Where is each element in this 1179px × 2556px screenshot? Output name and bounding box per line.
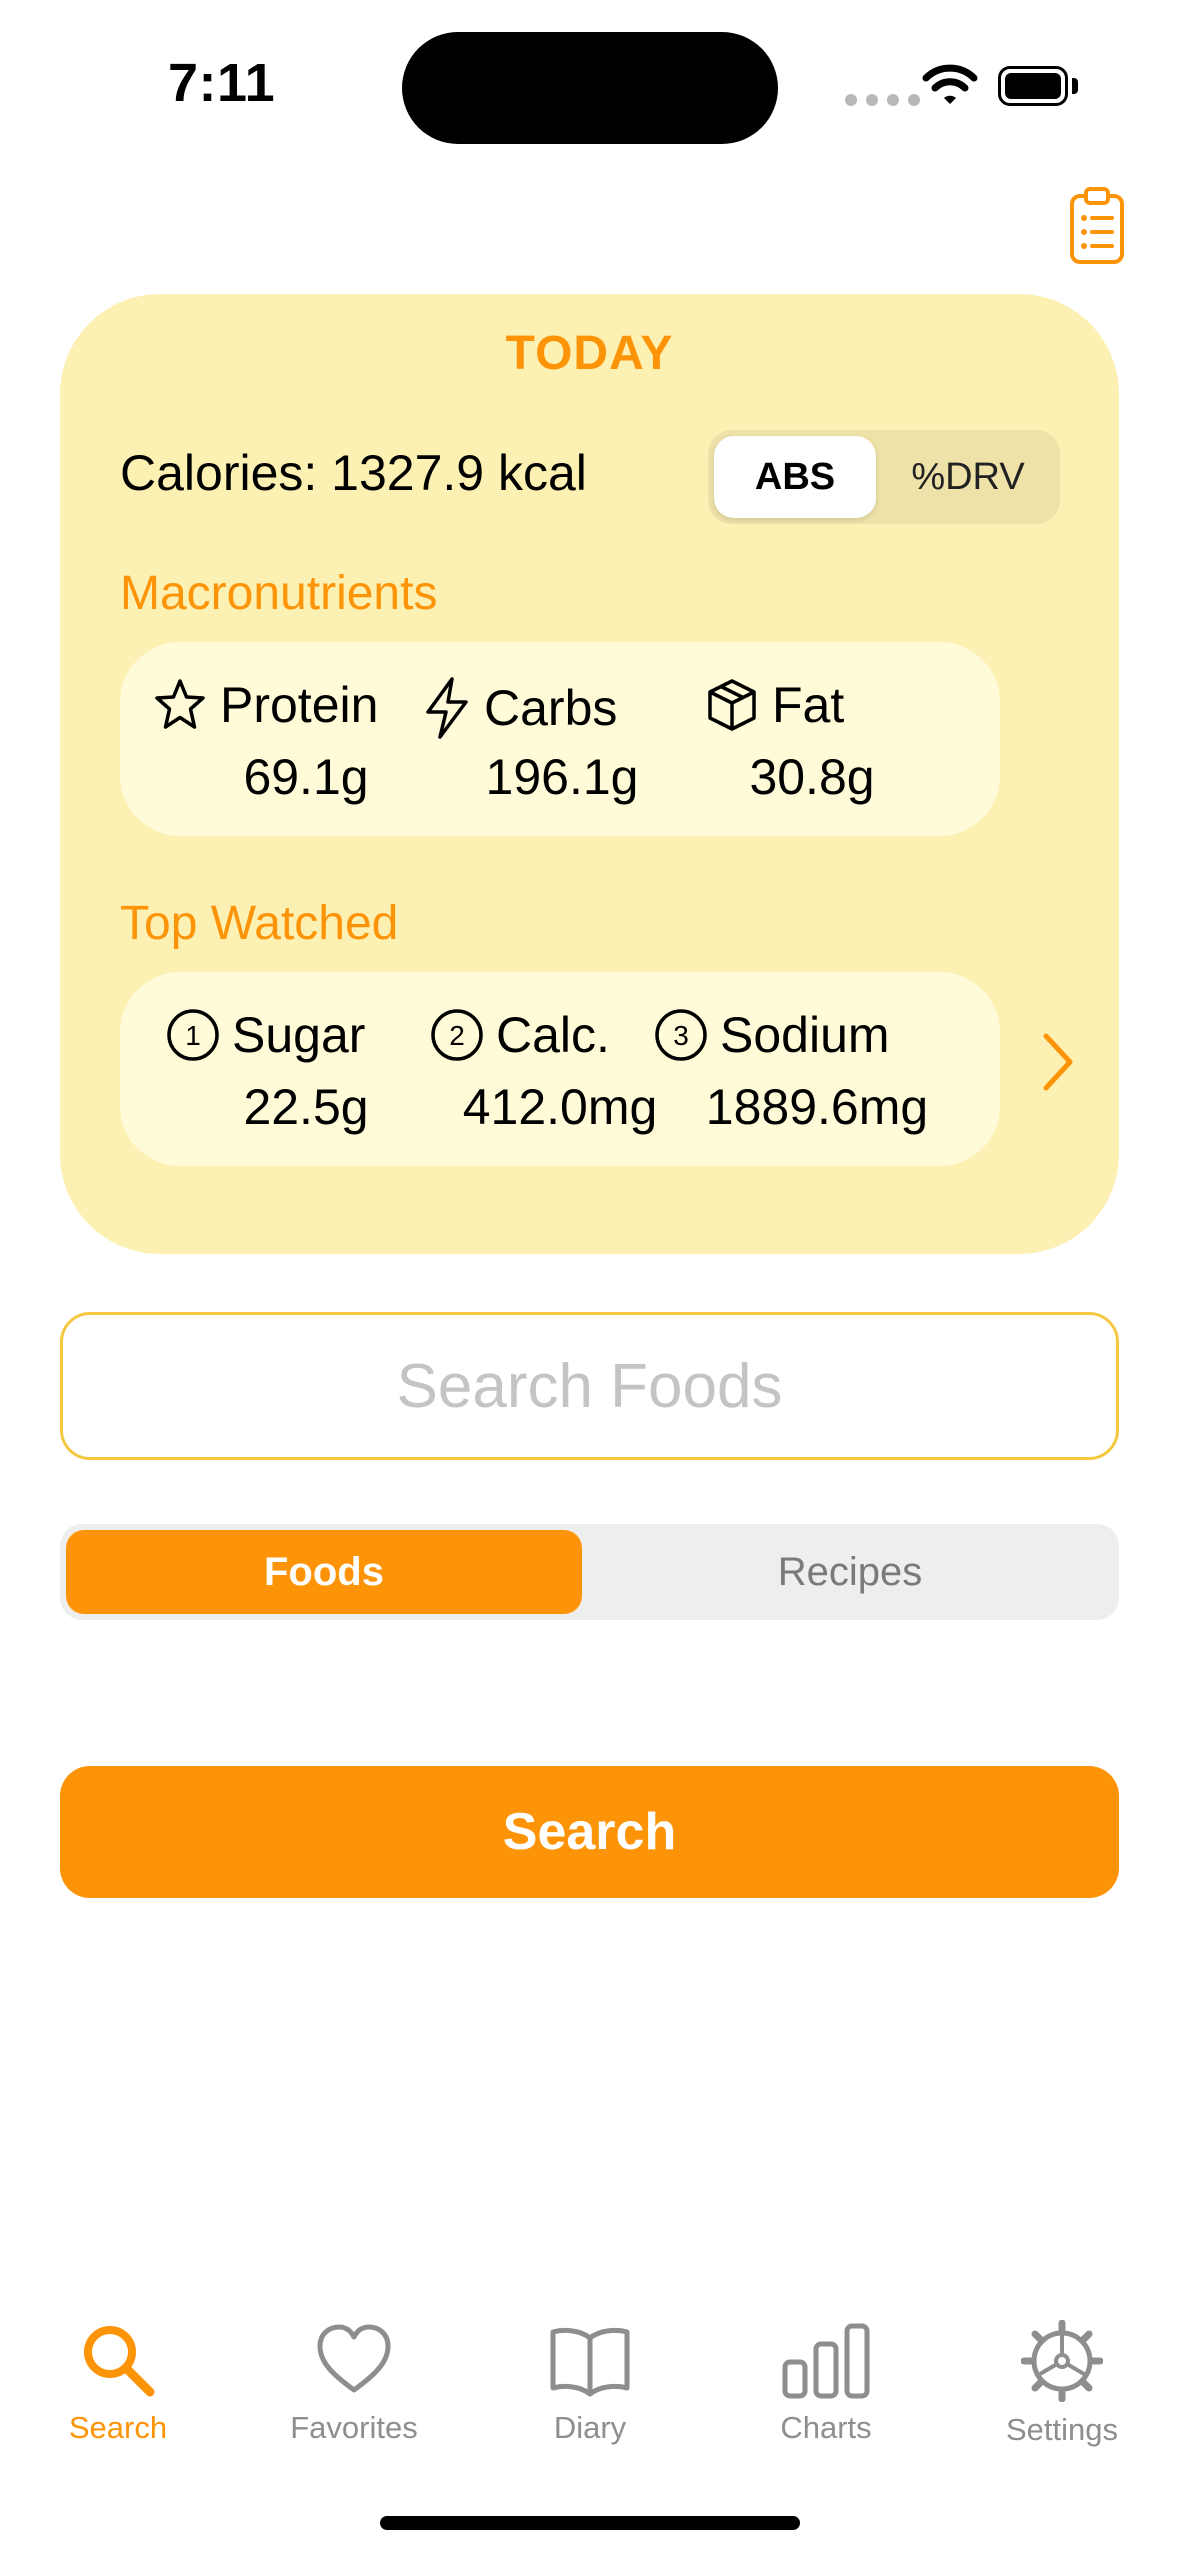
top-watched-panel[interactable]: [120, 972, 1000, 1166]
search-icon: [84, 2326, 155, 2397]
tab-label: Charts: [780, 2410, 872, 2445]
segment-foods[interactable]: Foods: [66, 1530, 582, 1614]
dynamic-island: [402, 32, 778, 144]
tab-label: Diary: [553, 2410, 627, 2445]
cellular-signal-icon: [845, 94, 920, 106]
gear-icon: [1021, 2320, 1103, 2402]
macronutrients-label: Macronutrients: [120, 567, 438, 620]
svg-text:1: 1: [185, 1020, 201, 1051]
tab-label: Settings: [1005, 2412, 1118, 2447]
macro-protein: Protein: [152, 676, 378, 734]
status-time: 7:11: [168, 53, 276, 113]
tab-label: Search: [68, 2410, 168, 2445]
watched-name: Sugar: [232, 1007, 366, 1063]
segment-recipes[interactable]: Recipes: [586, 1530, 1114, 1614]
search-placeholder: Search Foods: [396, 1351, 783, 1421]
abs-segment[interactable]: ABS: [714, 436, 876, 518]
tab-diary[interactable]: Diary: [490, 2320, 690, 2446]
macro-name: Protein: [220, 677, 379, 733]
watched-value: 1889.6mg: [705, 1079, 929, 1135]
macro-value: 69.1g: [243, 749, 369, 805]
watched-value: 22.5g: [243, 1079, 369, 1135]
watched-sugar: 1 Sugar: [166, 1006, 365, 1064]
tab-label: Favorites: [290, 2410, 418, 2445]
watched-sodium: 3 Sodium: [654, 1006, 890, 1064]
macro-value: 30.8g: [749, 749, 875, 805]
macro-name: Carbs: [484, 680, 618, 736]
star-icon: [155, 679, 205, 729]
watched-name: Calc.: [496, 1007, 610, 1063]
number-1-circle-icon: 1: [167, 1009, 219, 1061]
search-foods-input[interactable]: Search Foods: [60, 1312, 1119, 1460]
heart-icon: [317, 2324, 391, 2393]
summary-title: TODAY: [505, 327, 674, 380]
calories-total: Calories: 1327.9 kcal: [120, 445, 587, 501]
svg-text:2: 2: [449, 1020, 465, 1051]
cube-icon: [708, 679, 756, 731]
tab-charts[interactable]: Charts: [726, 2320, 926, 2446]
macro-name: Fat: [772, 677, 845, 733]
tab-favorites[interactable]: Favorites: [254, 2320, 454, 2446]
home-indicator: [380, 2516, 800, 2530]
battery-tip: [1072, 78, 1078, 94]
search-button[interactable]: Search: [60, 1766, 1119, 1898]
svg-text:3: 3: [673, 1020, 689, 1051]
watched-calcium: 2 Calc.: [430, 1006, 610, 1064]
bolt-icon: [426, 677, 468, 739]
chevron-right-icon[interactable]: [1040, 1032, 1076, 1097]
number-2-circle-icon: 2: [431, 1009, 483, 1061]
bar-chart-icon: [782, 2323, 870, 2399]
book-icon: [550, 2327, 630, 2397]
drv-segment[interactable]: %DRV: [880, 436, 1056, 518]
clipboard-list-icon[interactable]: [1068, 186, 1126, 271]
battery-icon: [998, 66, 1068, 106]
watched-value: 412.0mg: [462, 1079, 658, 1135]
wifi-icon: [922, 62, 978, 111]
top-watched-label: Top Watched: [120, 897, 399, 950]
macro-fat: Fat: [704, 676, 844, 734]
number-3-circle-icon: 3: [655, 1009, 707, 1061]
macro-carbs: Carbs: [422, 676, 617, 740]
watched-name: Sodium: [720, 1007, 890, 1063]
macro-value: 196.1g: [485, 749, 639, 805]
tab-settings[interactable]: Settings: [962, 2320, 1162, 2448]
tab-search[interactable]: Search: [18, 2320, 218, 2446]
